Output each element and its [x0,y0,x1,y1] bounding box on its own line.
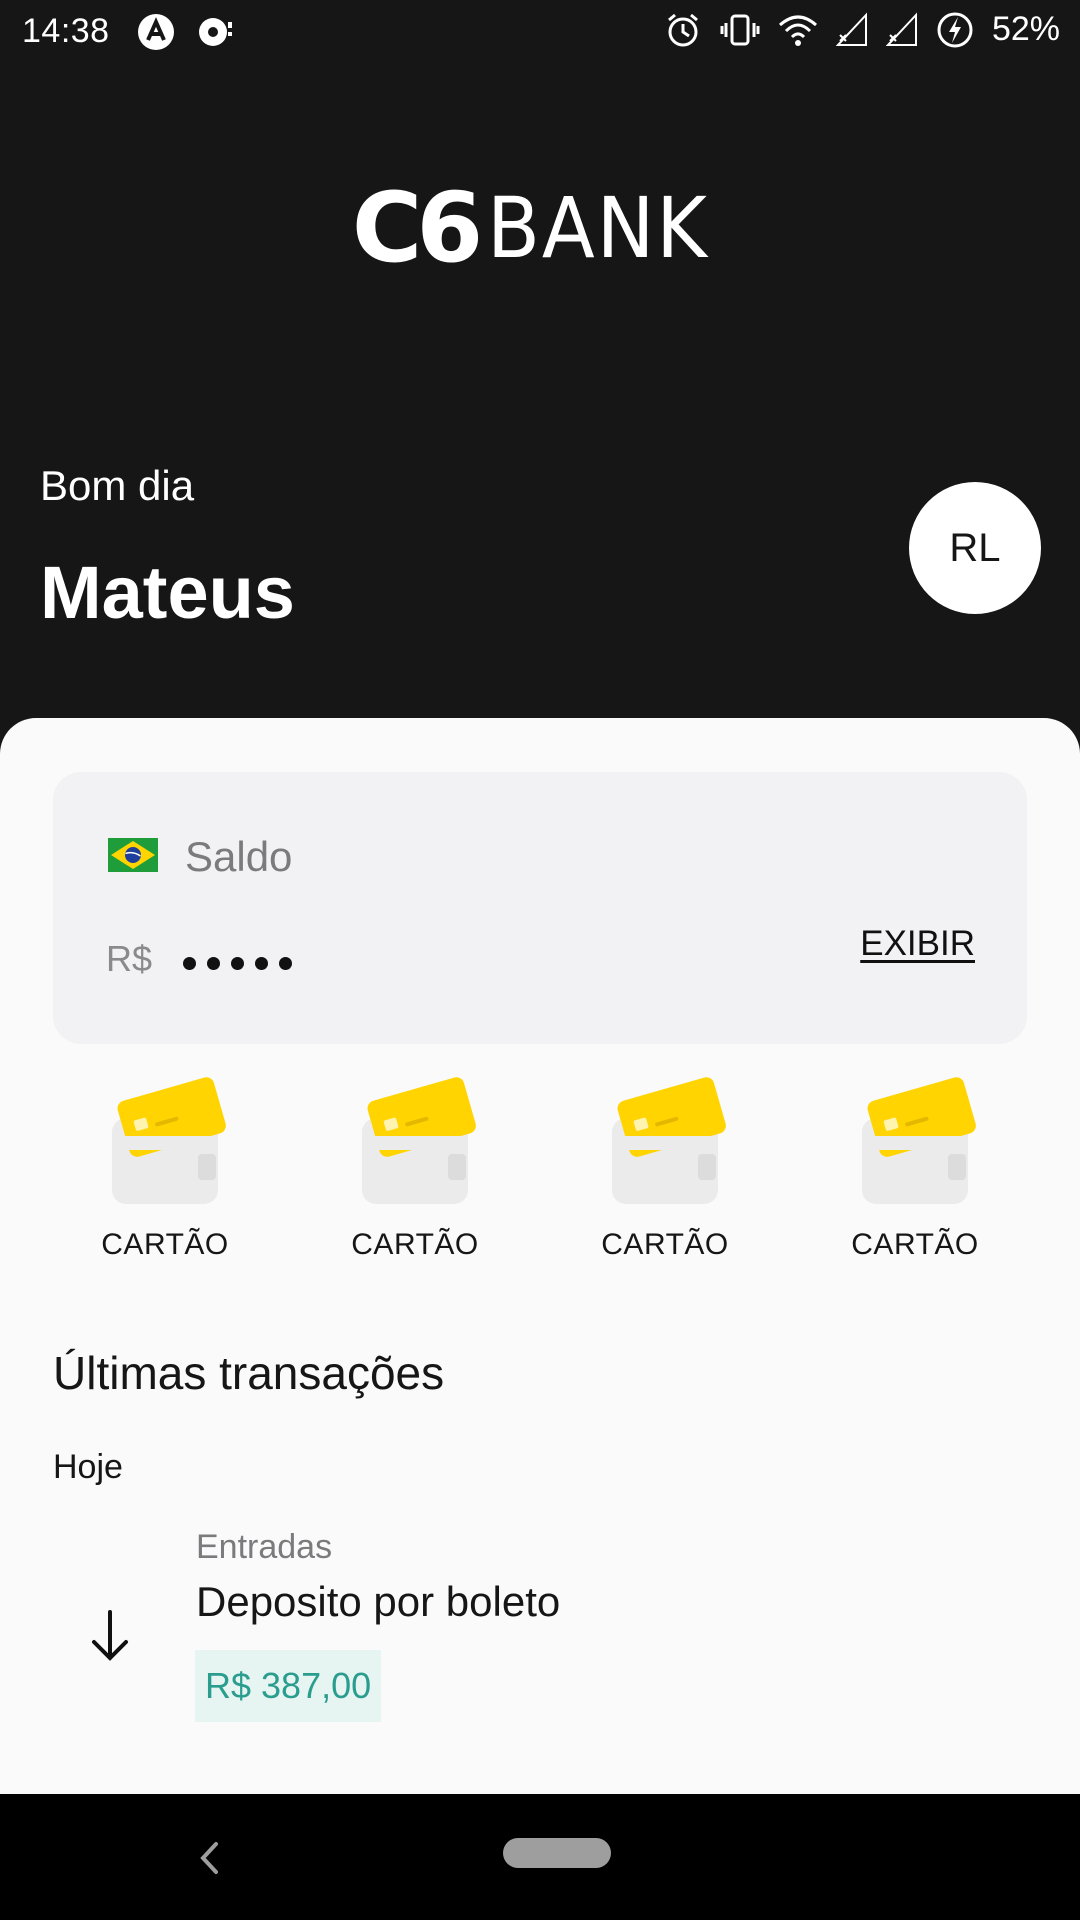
lastpass-icon [138,14,174,50]
masked-dot [231,957,244,970]
profile-avatar[interactable]: RL [909,482,1041,614]
user-name: Mateus [40,551,295,634]
card-shortcut[interactable]: CARTÃO [290,1058,540,1262]
greeting-text: Bom dia [40,462,195,509]
balance-card: Saldo R$ EXIBIR [53,772,1027,1044]
transaction-amount: R$ 387,00 [195,1650,382,1722]
balance-label: Saldo [185,833,293,880]
card-shortcut[interactable]: CARTÃO [540,1058,790,1262]
vibrate-icon [720,14,760,45]
main-sheet: Saldo R$ EXIBIR CARTÃO CARTÃO CARTÃO CARTÃO… [0,718,1080,1794]
battery-charging-icon [937,12,973,47]
show-balance-button[interactable]: EXIBIR [860,924,975,964]
wallet-card-icon [862,1077,976,1204]
masked-dot [183,957,196,970]
masked-dot [255,957,268,970]
status-right: 52% [664,10,1060,49]
masked-dot [207,957,220,970]
card-label: CARTÃO [351,1228,479,1261]
transactions-date-label: Hoje [53,1448,123,1486]
balance-currency: R$ [106,938,153,979]
card-shortcut[interactable]: CARTÃO [790,1058,1040,1262]
media-icon [199,18,232,46]
back-icon[interactable] [196,1838,222,1878]
c6-bank-logo: C6 BANK [0,180,1080,276]
wallet-card-icon [612,1077,726,1204]
battery-percent: 52% [991,10,1060,48]
cards-row: CARTÃO CARTÃO CARTÃO CARTÃO [40,1058,1040,1262]
card-shortcut[interactable]: CARTÃO [40,1058,290,1262]
balance-hidden-value [183,933,292,970]
status-left-icons [136,12,236,52]
logo-bank: BANK [487,179,709,277]
avatar-initials: RL [949,525,1001,570]
card-label: CARTÃO [851,1228,979,1261]
brazil-flag-icon [108,838,158,872]
transaction-item[interactable]: Entradas Deposito por boleto R$ 387,00 [0,1528,1080,1728]
wifi-icon [778,15,817,46]
wallet-card-icon [112,1077,226,1204]
transactions-title: Últimas transações [53,1347,445,1399]
signal-icon [885,11,917,46]
logo-c6: C6 [351,172,483,284]
home-pill[interactable] [503,1838,611,1868]
alarm-icon [667,13,698,46]
transaction-description: Deposito por boleto [196,1578,561,1625]
card-label: CARTÃO [601,1228,729,1261]
status-time: 14:38 [22,12,110,50]
status-bar: 14:38 52% [0,0,1080,64]
wallet-card-icon [362,1077,476,1204]
card-label: CARTÃO [101,1228,229,1261]
arrow-down-icon [92,1610,128,1661]
signal-icon [835,11,867,46]
system-navigation-bar [0,1794,1080,1920]
transaction-type: Entradas [196,1528,333,1566]
masked-dot [279,957,292,970]
